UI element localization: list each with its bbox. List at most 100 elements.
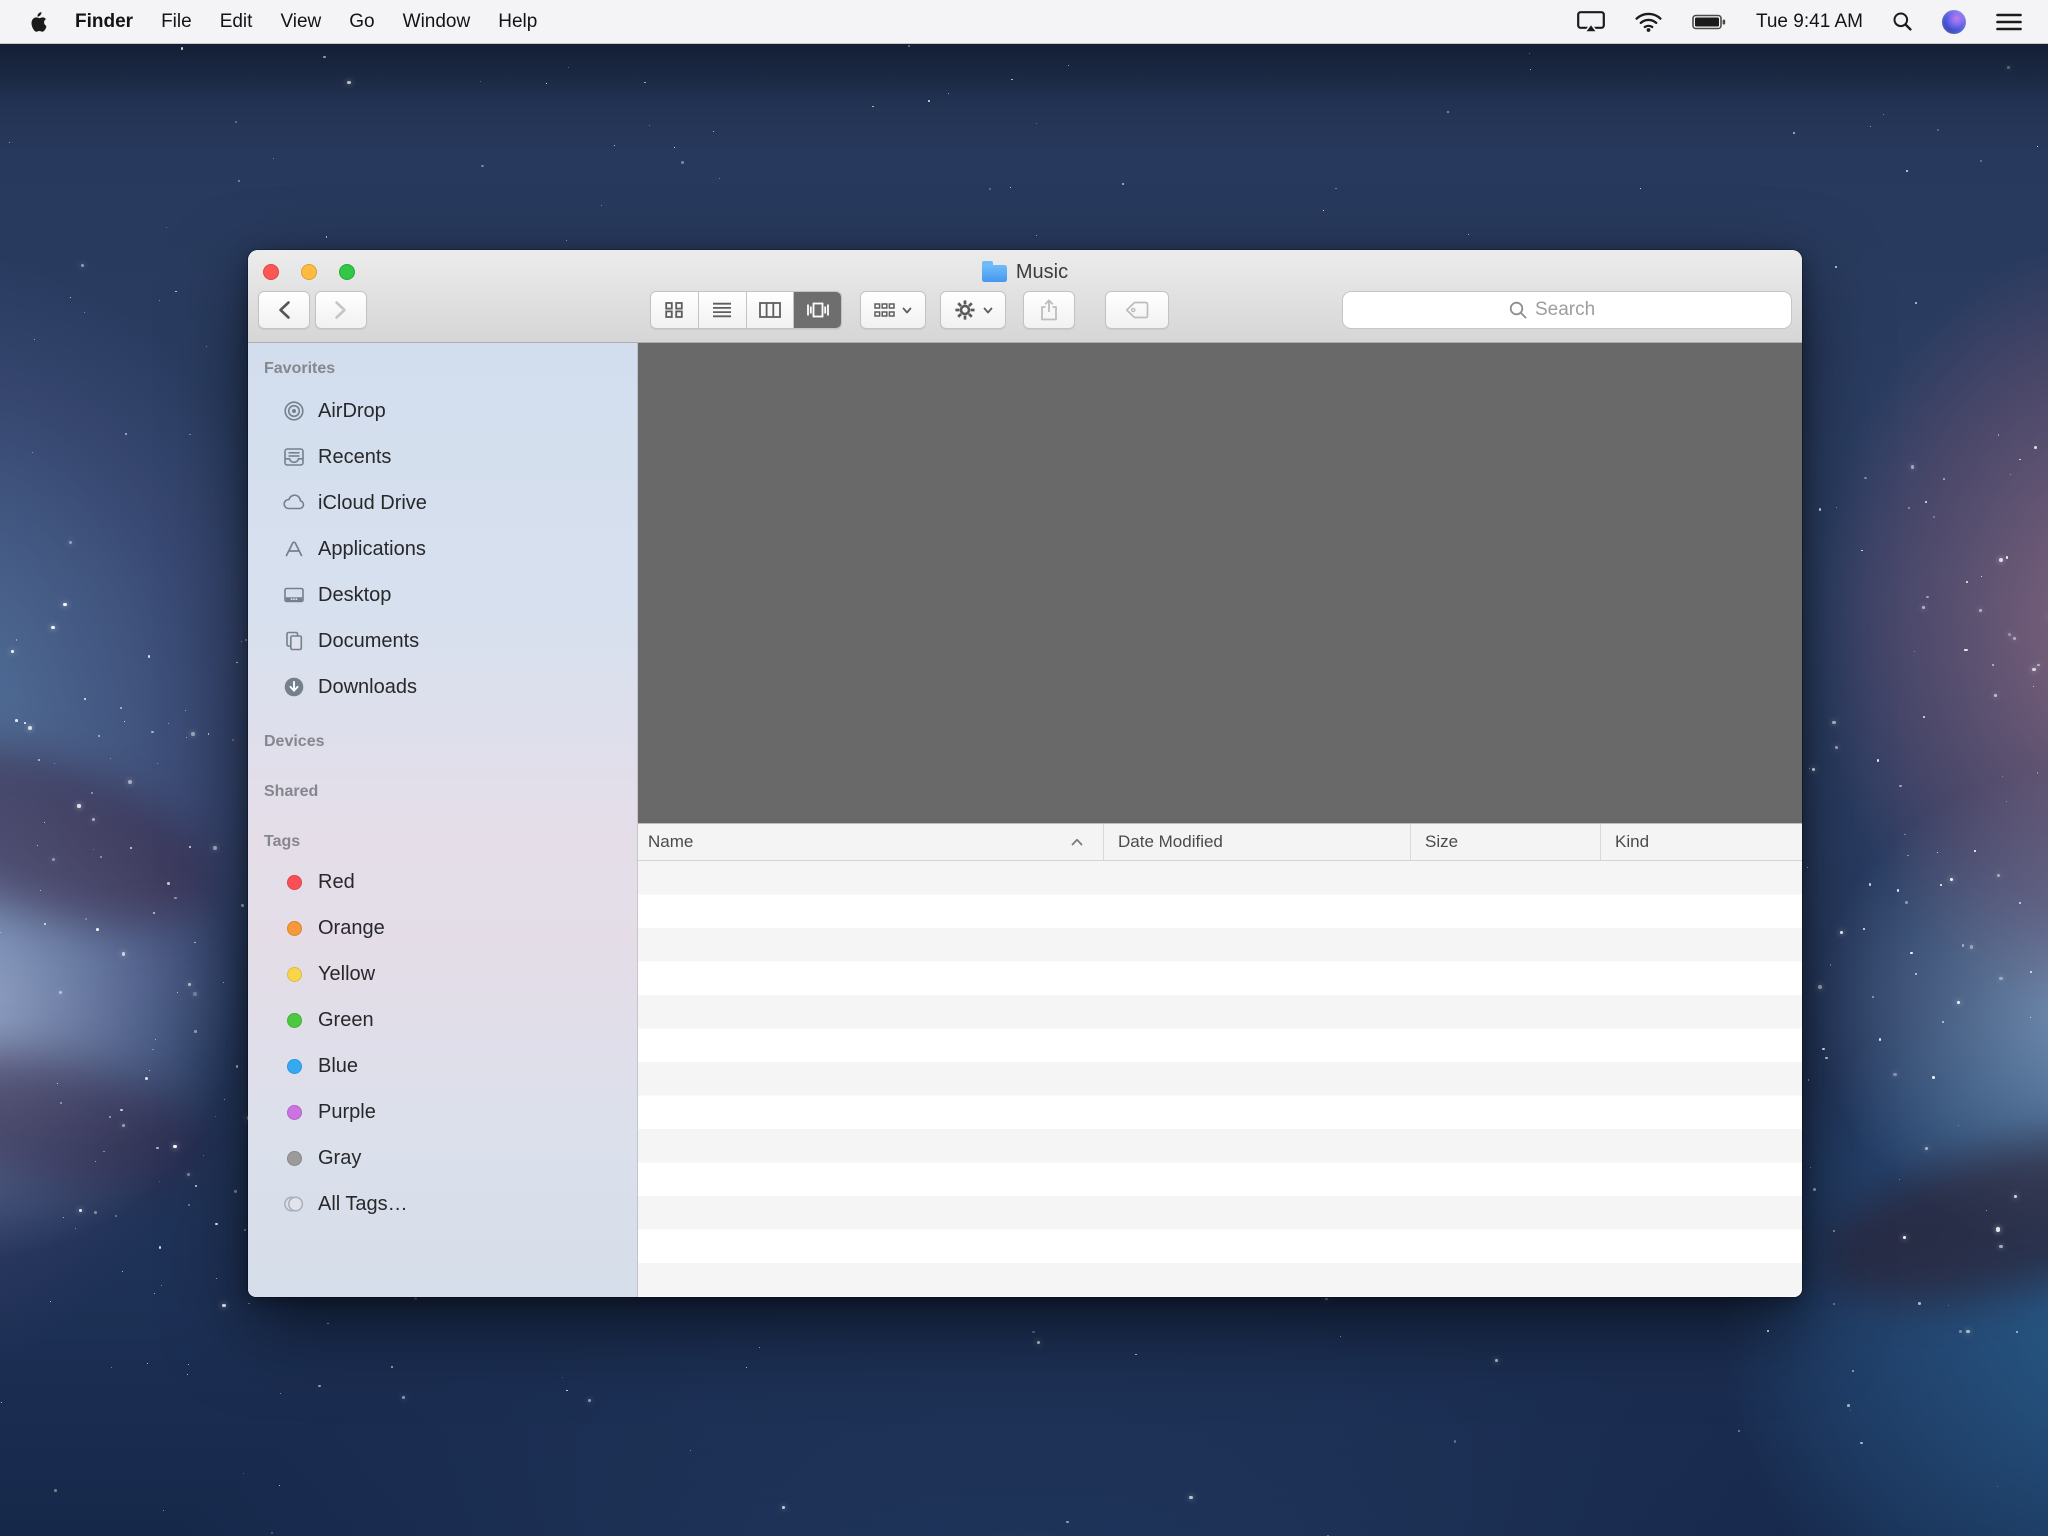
tag-label: Purple xyxy=(318,1101,376,1124)
favorites-list: AirDrop Recents iCloud Drive Application… xyxy=(248,388,637,710)
window-content: Favorites AirDrop Recents iCloud Drive xyxy=(248,343,1802,1297)
sidebar-item-icloud-drive[interactable]: iCloud Drive xyxy=(248,480,637,526)
sidebar-item-all-tags[interactable]: All Tags… xyxy=(248,1181,637,1227)
spotlight-icon[interactable] xyxy=(1893,12,1912,31)
all-tags-icon xyxy=(282,1193,306,1215)
chevron-down-icon xyxy=(983,307,993,314)
sidebar-tag-red[interactable]: Red xyxy=(248,859,637,905)
sidebar-item-downloads[interactable]: Downloads xyxy=(248,664,637,710)
list-view-button[interactable] xyxy=(698,292,746,328)
group-button[interactable] xyxy=(860,291,926,329)
tag-label: Blue xyxy=(318,1055,358,1078)
desktop-icon xyxy=(282,584,306,606)
chevron-down-icon xyxy=(902,307,912,314)
window-title: Music xyxy=(248,259,1802,285)
share-icon xyxy=(1040,299,1058,321)
search-field[interactable] xyxy=(1342,291,1792,329)
column-header-size[interactable]: Size xyxy=(1410,824,1600,860)
search-icon xyxy=(1509,301,1527,319)
menu-bar-clock[interactable]: Tue 9:41 AM xyxy=(1756,11,1863,33)
sidebar-item-documents[interactable]: Documents xyxy=(248,618,637,664)
apple-menu[interactable] xyxy=(30,12,47,32)
sidebar-tag-gray[interactable]: Gray xyxy=(248,1135,637,1181)
icloud-icon xyxy=(282,492,306,514)
sidebar-section-shared: Shared xyxy=(264,783,637,803)
sort-ascending-icon xyxy=(1071,838,1083,846)
menu-file[interactable]: File xyxy=(161,11,192,33)
sidebar-tag-green[interactable]: Green xyxy=(248,997,637,1043)
menu-go[interactable]: Go xyxy=(349,11,374,33)
sidebar: Favorites AirDrop Recents iCloud Drive xyxy=(248,343,638,1297)
list-view-icon xyxy=(712,302,732,318)
sidebar-item-recents[interactable]: Recents xyxy=(248,434,637,480)
finder-window: Music xyxy=(248,250,1802,1297)
recents-icon xyxy=(282,446,306,468)
apple-icon xyxy=(30,12,47,32)
menu-edit[interactable]: Edit xyxy=(220,11,253,33)
column-label: Size xyxy=(1425,832,1458,852)
tag-label: Gray xyxy=(318,1147,361,1170)
sidebar-item-label: Downloads xyxy=(318,676,417,699)
sidebar-section-tags: Tags xyxy=(264,833,637,853)
downloads-icon xyxy=(282,676,306,698)
file-list[interactable] xyxy=(638,861,1802,1297)
airdrop-icon xyxy=(282,400,306,422)
menu-view[interactable]: View xyxy=(280,11,321,33)
menu-window[interactable]: Window xyxy=(403,11,471,33)
gallery-view-icon xyxy=(806,302,830,318)
action-button[interactable] xyxy=(940,291,1006,329)
sidebar-item-airdrop[interactable]: AirDrop xyxy=(248,388,637,434)
tag-label: All Tags… xyxy=(318,1193,408,1216)
tag-label: Orange xyxy=(318,917,385,940)
battery-icon[interactable] xyxy=(1692,14,1726,30)
gear-icon xyxy=(954,299,976,321)
sidebar-item-label: Documents xyxy=(318,630,419,653)
menu-finder[interactable]: Finder xyxy=(75,11,133,33)
sidebar-tag-blue[interactable]: Blue xyxy=(248,1043,637,1089)
gallery-preview-area[interactable] xyxy=(638,343,1802,823)
sidebar-item-applications[interactable]: Applications xyxy=(248,526,637,572)
list-header: Name Date Modified Size Kind xyxy=(638,823,1802,861)
red-tag-icon xyxy=(287,875,302,890)
file-browser: Name Date Modified Size Kind xyxy=(638,343,1802,1297)
airplay-icon[interactable] xyxy=(1577,11,1605,32)
sidebar-item-label: Applications xyxy=(318,538,426,561)
group-icon xyxy=(874,303,895,317)
column-label: Name xyxy=(648,832,693,852)
column-label: Date Modified xyxy=(1118,832,1223,852)
search-input[interactable] xyxy=(1535,299,1625,321)
purple-tag-icon xyxy=(287,1105,302,1120)
gallery-view-button[interactable] xyxy=(793,292,841,328)
sidebar-tag-orange[interactable]: Orange xyxy=(248,905,637,951)
share-button[interactable] xyxy=(1023,291,1075,329)
sidebar-tag-yellow[interactable]: Yellow xyxy=(248,951,637,997)
column-header-kind[interactable]: Kind xyxy=(1600,824,1802,860)
notification-center-icon[interactable] xyxy=(1996,13,2022,31)
sidebar-item-label: AirDrop xyxy=(318,400,386,423)
column-view-button[interactable] xyxy=(746,292,794,328)
wifi-icon[interactable] xyxy=(1635,12,1662,32)
forward-button[interactable] xyxy=(315,291,367,329)
menu-help[interactable]: Help xyxy=(498,11,537,33)
sidebar-tag-purple[interactable]: Purple xyxy=(248,1089,637,1135)
sidebar-section-favorites: Favorites xyxy=(264,360,637,380)
siri-icon[interactable] xyxy=(1942,10,1966,34)
tag-button[interactable] xyxy=(1105,291,1169,329)
tags-list: Red Orange Yellow Green xyxy=(248,859,637,1227)
tag-label: Green xyxy=(318,1009,374,1032)
green-tag-icon xyxy=(287,1013,302,1028)
menu-bar: Finder File Edit View Go Window Help Tue… xyxy=(0,0,2048,44)
sidebar-item-desktop[interactable]: Desktop xyxy=(248,572,637,618)
column-view-icon xyxy=(759,302,781,318)
yellow-tag-icon xyxy=(287,967,302,982)
icon-view-button[interactable] xyxy=(651,292,698,328)
title-bar[interactable]: Music xyxy=(248,250,1802,343)
window-title-text: Music xyxy=(1016,261,1068,284)
back-button[interactable] xyxy=(258,291,310,329)
column-header-name[interactable]: Name xyxy=(638,824,1103,860)
tag-icon xyxy=(1125,301,1149,319)
orange-tag-icon xyxy=(287,921,302,936)
column-header-date-modified[interactable]: Date Modified xyxy=(1103,824,1410,860)
sidebar-item-label: iCloud Drive xyxy=(318,492,427,515)
folder-icon xyxy=(982,265,1007,282)
